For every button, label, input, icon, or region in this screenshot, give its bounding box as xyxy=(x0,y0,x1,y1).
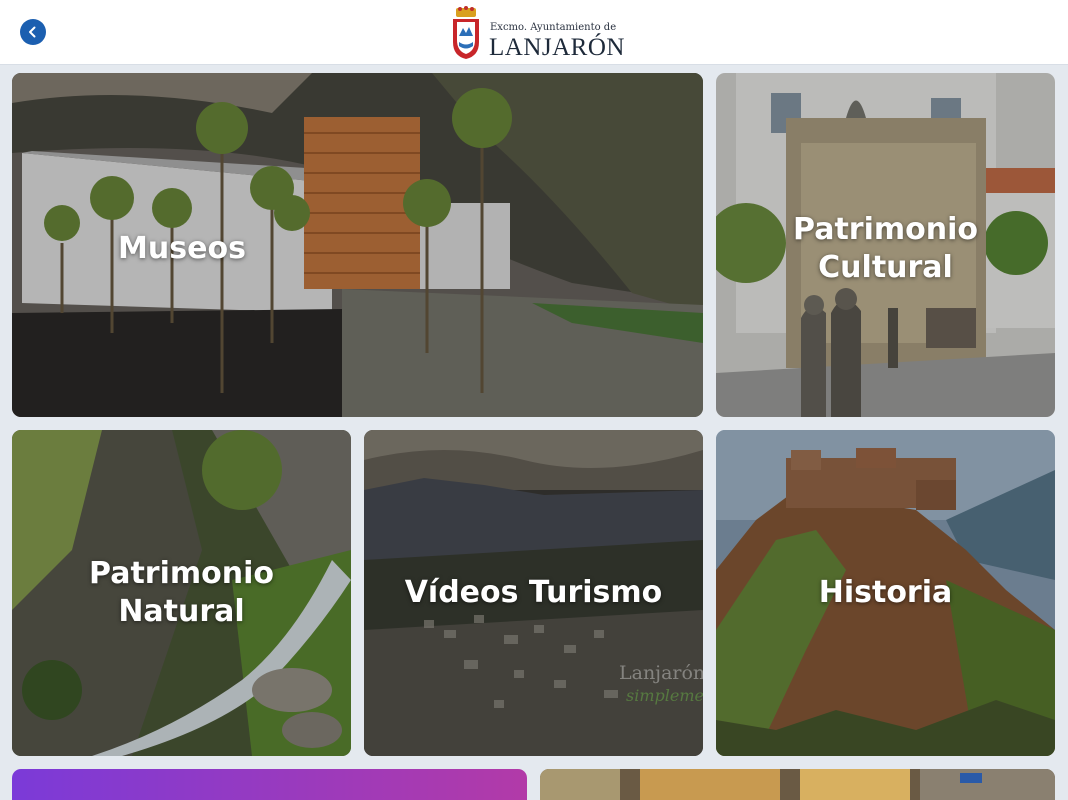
video-watermark-subtitle: simplemente xyxy=(626,686,703,705)
tile-label: Patrimonio Cultural xyxy=(793,212,978,285)
tile-label: Vídeos Turismo xyxy=(404,575,663,610)
video-watermark: Lanjarón xyxy=(619,662,703,684)
tile-label: Museos xyxy=(118,231,246,266)
back-button[interactable] xyxy=(20,19,46,45)
tile-historia[interactable]: Historia xyxy=(716,430,1055,756)
lanjaron-logo: Excmo. Ayuntamiento de LANJARÓN xyxy=(450,6,625,61)
tile-partial-purple[interactable] xyxy=(12,769,527,800)
tile-partial-street[interactable] xyxy=(540,769,1055,800)
tile-label: Historia xyxy=(818,575,953,610)
tile-museos[interactable]: Museos xyxy=(12,73,703,417)
logo-title: LANJARÓN xyxy=(489,34,625,61)
tile-patrimonio-cultural[interactable]: Patrimonio Cultural xyxy=(716,73,1055,417)
tile-videos-turismo[interactable]: Lanjarón simplemente Vídeos Turismo xyxy=(364,430,703,756)
chevron-left-icon xyxy=(29,26,36,38)
street-photo xyxy=(540,769,1055,800)
tile-label: Patrimonio Natural xyxy=(89,556,274,629)
coat-of-arms-icon xyxy=(453,6,479,59)
tile-patrimonio-natural[interactable]: Patrimonio Natural xyxy=(12,430,351,756)
logo-subtitle: Excmo. Ayuntamiento de xyxy=(490,22,617,33)
app-header: Excmo. Ayuntamiento de LANJARÓN xyxy=(0,0,1068,65)
